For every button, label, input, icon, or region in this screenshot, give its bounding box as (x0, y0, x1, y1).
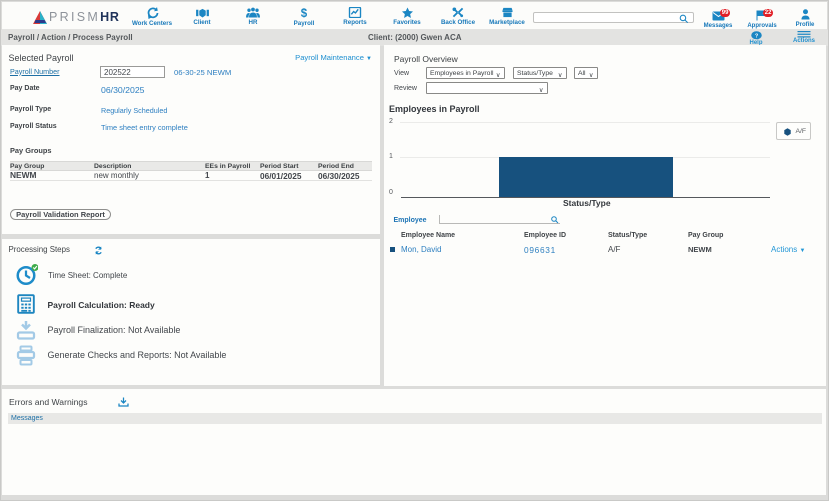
svg-text:$: $ (301, 8, 308, 19)
